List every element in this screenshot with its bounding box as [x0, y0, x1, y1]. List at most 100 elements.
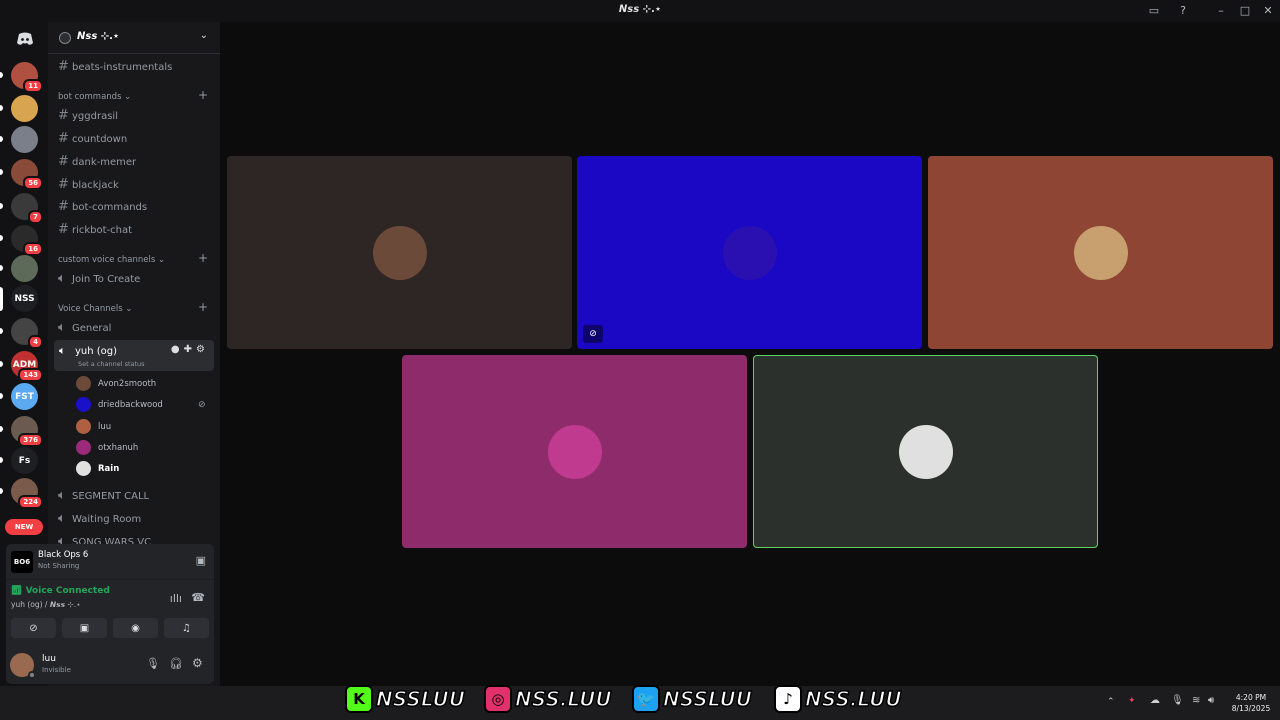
participant-tile[interactable] — [928, 156, 1273, 349]
mention-badge: 4 — [28, 335, 43, 349]
stream-game-icon[interactable]: ▣ — [196, 554, 206, 567]
voice-location[interactable]: yuh (og) / 𝙉𝙨𝙨 ⊹.⋆ — [11, 600, 81, 609]
settings-icon[interactable]: ⚙ — [196, 344, 209, 355]
member-name: Avon2smooth — [98, 378, 157, 389]
cloud-icon[interactable]: ☁ — [1150, 695, 1160, 706]
server-avatar — [11, 95, 38, 122]
add-channel-icon[interactable]: + — [198, 300, 208, 314]
wifi-icon[interactable]: ≋ — [1192, 695, 1200, 706]
activities-button[interactable]: ◉ — [113, 618, 158, 638]
voice-member[interactable]: otxhanuh — [76, 440, 138, 455]
category-voice-channels[interactable]: Voice Channels ⌄ — [58, 304, 132, 314]
channel-rickbot-chat[interactable]: # rickbot-chat — [58, 222, 132, 237]
voice-member[interactable]: luu — [76, 419, 111, 434]
social-handle: ♪ NSS.LUU — [774, 684, 902, 714]
channel-dank-memer[interactable]: # dank-memer — [58, 154, 136, 169]
headphones-icon[interactable]: 🎧︎ — [169, 657, 183, 670]
close-icon[interactable]: ✕ — [1260, 3, 1276, 19]
activity-row: BO6 Black Ops 6 Not Sharing ▣ — [6, 544, 214, 580]
voice-member[interactable]: driedbackwood ⊘ — [76, 397, 206, 412]
taskbar-clock[interactable]: 4:20 PM 8/13/2025 — [1226, 692, 1276, 714]
unread-pill — [0, 488, 3, 494]
social-handle: 🐦 NSSLUU — [632, 684, 753, 714]
unread-pill — [0, 203, 3, 209]
channel-blackjack[interactable]: # blackjack — [58, 177, 119, 192]
server-icon[interactable]: 224 — [11, 478, 43, 509]
voice-connected-status: 📶︎ Voice Connected — [11, 586, 110, 596]
channel-bot-commands[interactable]: # bot-commands — [58, 199, 147, 214]
add-channel-icon[interactable]: + — [198, 88, 208, 102]
participant-tile[interactable] — [402, 355, 747, 548]
help-icon[interactable]: ? — [1175, 3, 1191, 19]
voice-member[interactable]: Avon2smooth — [76, 376, 156, 391]
participant-tile[interactable] — [227, 156, 572, 349]
account-row: luu Invisible 🎙︎ 🎧︎ ⚙ — [6, 645, 214, 684]
social-handle-text: NSS.LUU — [804, 686, 902, 712]
server-icon[interactable]: 4 — [11, 318, 43, 349]
server-icon[interactable] — [11, 95, 38, 122]
server-icon[interactable]: 16 — [11, 225, 43, 256]
server-icon[interactable]: 56 — [11, 159, 43, 190]
server-avatar — [11, 126, 38, 153]
chevron-up-icon[interactable]: ⌃ — [1107, 697, 1115, 707]
unread-pill — [0, 328, 3, 334]
guild-header[interactable]: 𝙉𝙨𝙨 ⊹.⋆ ⌄ — [48, 22, 220, 54]
server-icon[interactable]: 376 — [11, 416, 43, 447]
maximize-icon[interactable]: □ — [1237, 3, 1253, 19]
clock-date: 8/13/2025 — [1231, 704, 1271, 713]
voice-channel-yuh-og[interactable]: 🔈︎ yuh (og) Set a channel status ●✚⚙ — [54, 340, 214, 371]
noise-suppression-icon[interactable]: ıllı — [170, 592, 182, 605]
window-title: 𝙉𝙨𝙨 ⊹.⋆ — [618, 4, 662, 15]
server-icon[interactable]: NSS — [11, 285, 38, 312]
social-handle: K NSSLUU — [345, 684, 466, 714]
chat-icon[interactable]: ● — [171, 344, 184, 355]
unread-pill — [0, 457, 3, 463]
guild-name: 𝙉𝙨𝙨 ⊹.⋆ — [77, 31, 120, 42]
share-status: Not Sharing — [38, 562, 80, 570]
soundboard-icon: ♫ — [182, 622, 191, 634]
deafened-icon: ⊘ — [583, 325, 603, 343]
participant-tile[interactable]: ⊘ — [577, 156, 922, 349]
server-icon[interactable]: ADM 143 — [11, 351, 43, 382]
category-custom-voice[interactable]: custom voice channels ⌄ — [58, 255, 165, 265]
voice-channel-segment-call[interactable]: 🔈︎ SEGMENT CALL — [58, 488, 149, 503]
server-icon[interactable]: Fs — [11, 447, 38, 474]
voice-channel-join-to-create[interactable]: 🔈︎ Join To Create — [58, 271, 140, 286]
participant-tile[interactable] — [753, 355, 1098, 548]
channel-status[interactable]: Set a channel status — [78, 360, 145, 368]
microphone-icon[interactable]: 🎙︎ — [1171, 695, 1184, 706]
camera-off-button[interactable]: ⊘ — [11, 618, 56, 638]
voice-channel-general[interactable]: 🔈︎ General — [58, 320, 111, 335]
category-bot-commands[interactable]: bot commands ⌄ — [58, 92, 131, 102]
gamepad-icon: ◉ — [131, 622, 140, 634]
server-icon[interactable]: FST — [11, 383, 38, 410]
discord-home-icon[interactable] — [11, 25, 38, 52]
server-icon[interactable]: 7 — [11, 193, 43, 224]
member-avatar — [76, 419, 91, 434]
screen-share-button[interactable]: ▣ — [62, 618, 107, 638]
tray-app-icon[interactable]: ✦ — [1128, 696, 1136, 706]
voice-member[interactable]: Rain — [76, 461, 119, 476]
inbox-icon[interactable]: ▭ — [1146, 3, 1162, 19]
chevron-down-icon[interactable]: ⌄ — [200, 30, 208, 41]
server-avatar: FST — [11, 383, 38, 410]
social-handle-text: NSSLUU — [662, 686, 752, 712]
channel-yggdrasil[interactable]: # yggdrasil — [58, 108, 118, 123]
guild-boost-icon — [59, 32, 71, 44]
minimize-icon[interactable]: – — [1213, 3, 1229, 19]
channel-beats-instrumentals[interactable]: # beats-instrumentals — [58, 59, 172, 74]
channel-countdown[interactable]: # countdown — [58, 131, 127, 146]
add-channel-icon[interactable]: + — [198, 251, 208, 265]
server-icon[interactable] — [11, 126, 38, 153]
invite-icon[interactable]: ✚ — [184, 344, 196, 355]
member-avatar — [76, 440, 91, 455]
user-settings-icon[interactable]: ⚙ — [192, 656, 203, 670]
microphone-icon[interactable]: 🎙︎ — [146, 657, 160, 670]
new-badge[interactable]: NEW — [5, 519, 43, 535]
volume-icon[interactable]: 🔊︎ — [1208, 695, 1214, 706]
disconnect-icon[interactable]: ☎ — [191, 591, 205, 604]
soundboard-button[interactable]: ♫ — [164, 618, 209, 638]
server-icon[interactable] — [11, 255, 38, 282]
server-icon[interactable]: 11 — [11, 62, 43, 93]
voice-channel-waiting-room[interactable]: 🔈︎ Waiting Room — [58, 511, 141, 526]
